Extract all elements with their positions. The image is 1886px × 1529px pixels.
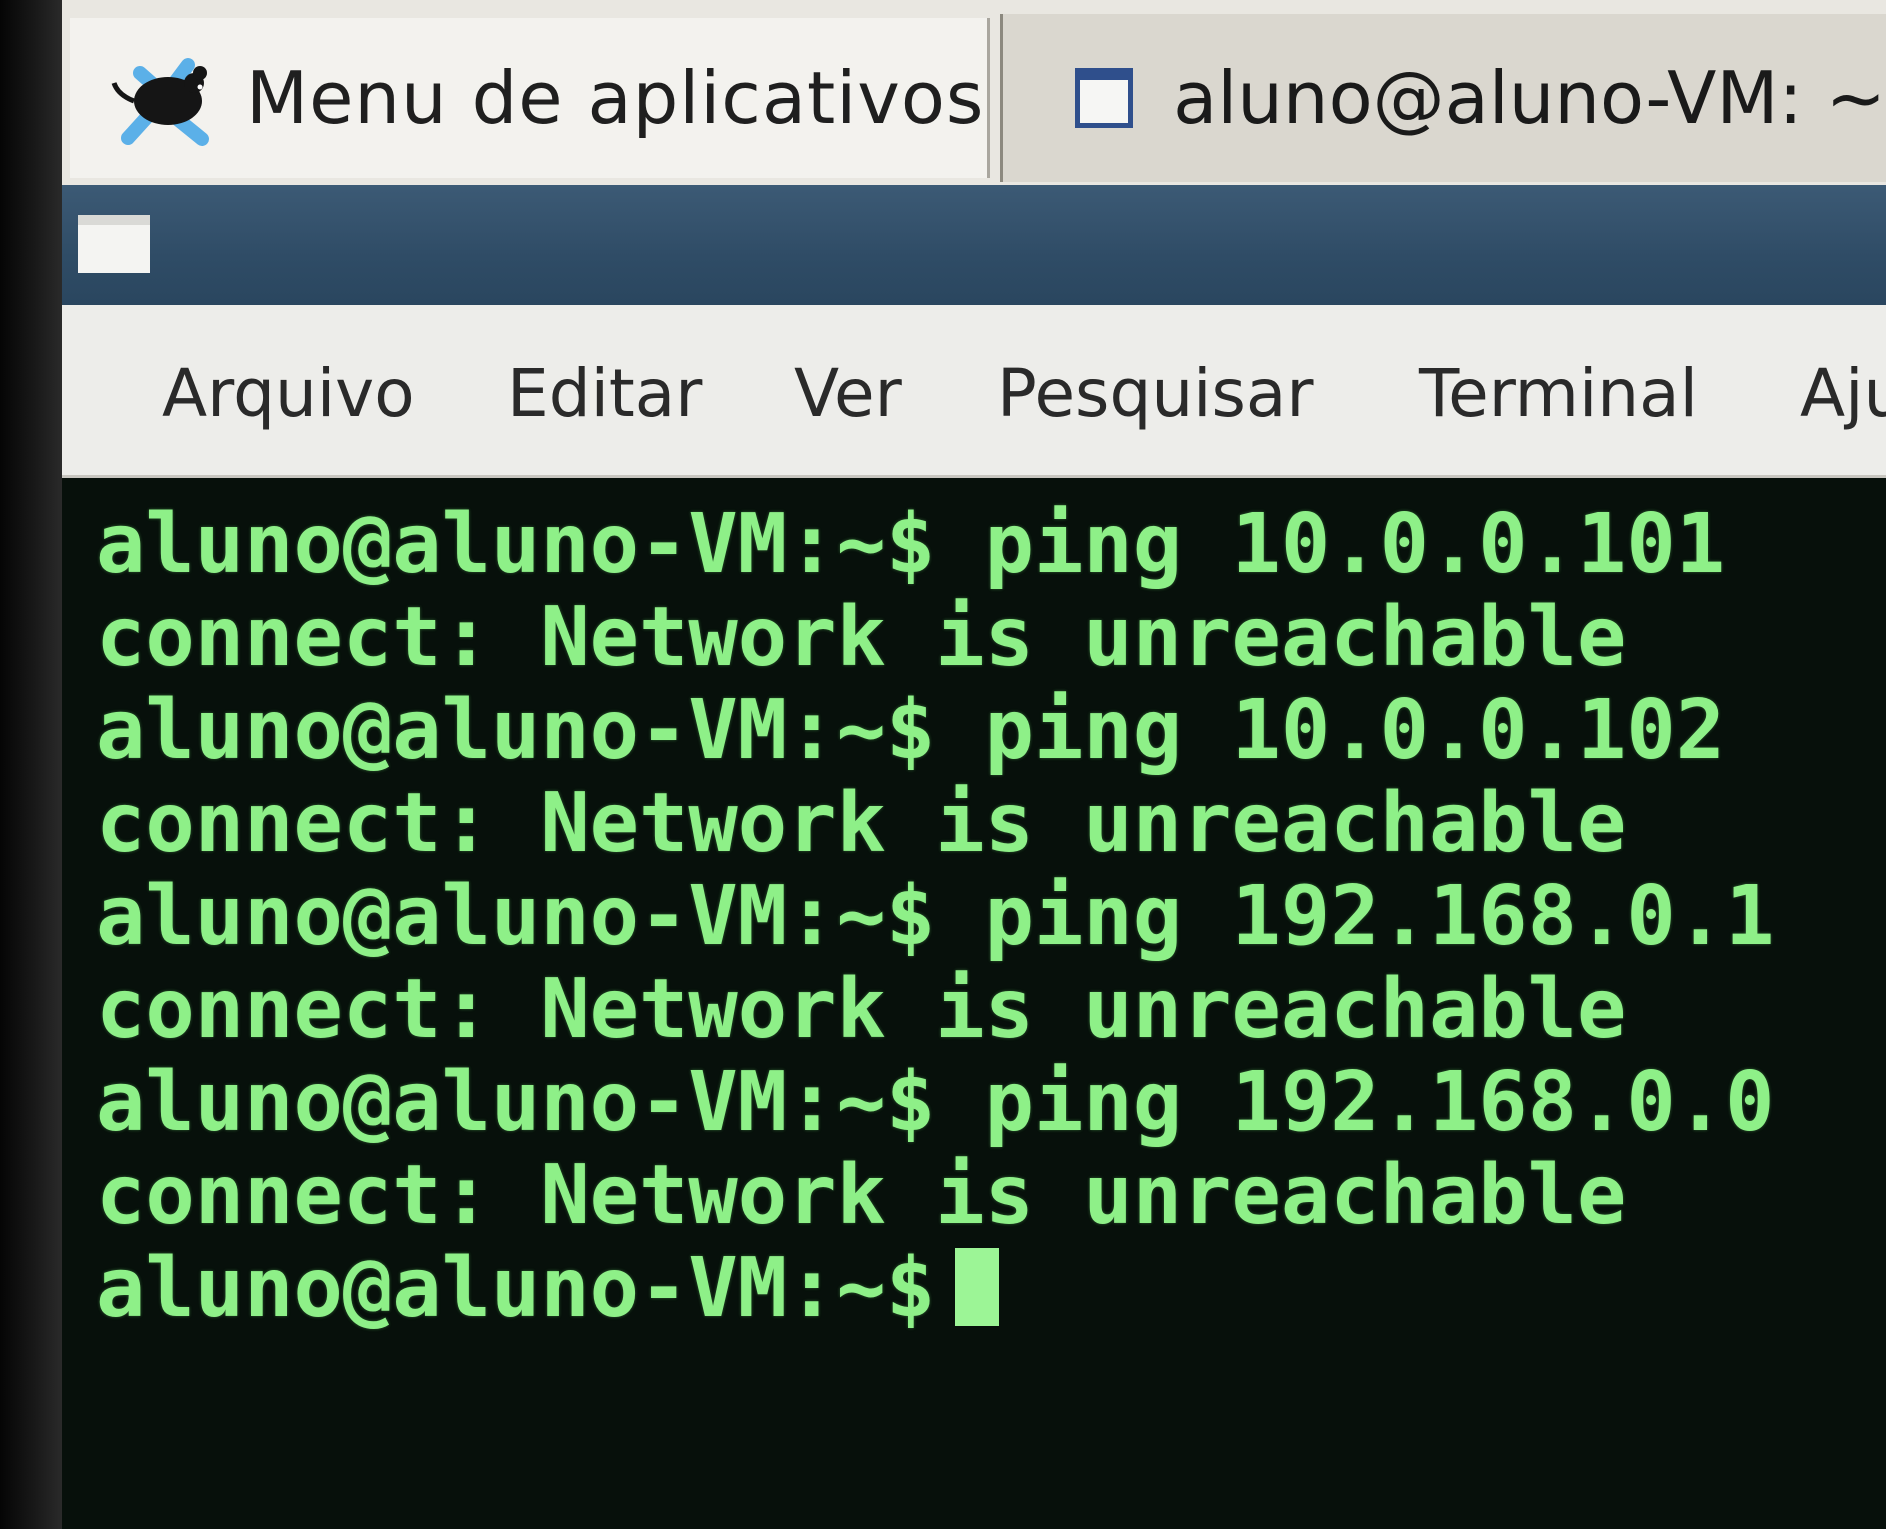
window-menu-icon[interactable] xyxy=(78,215,150,273)
terminal-line: connect: Network is unreachable xyxy=(96,776,1627,871)
terminal-output[interactable]: aluno@aluno-VM:~$ ping 10.0.0.101 connec… xyxy=(62,478,1886,1529)
terminal-line: aluno@aluno-VM:~$ ping 192.168.0.1 xyxy=(96,869,1775,964)
menu-terminal[interactable]: Terminal xyxy=(1419,355,1698,432)
terminal-line: connect: Network is unreachable xyxy=(96,590,1627,685)
terminal-prompt-line[interactable]: aluno@aluno-VM:~$ xyxy=(96,1242,1775,1335)
menu-ajuda[interactable]: Aju xyxy=(1800,355,1886,432)
menu-ver[interactable]: Ver xyxy=(794,355,902,432)
window-icon xyxy=(1075,68,1134,128)
applications-menu-label: Menu de aplicativos xyxy=(246,56,985,140)
menu-editar[interactable]: Editar xyxy=(507,355,702,432)
terminal-line: aluno@aluno-VM:~$ ping 192.168.0.0 xyxy=(96,1055,1775,1150)
terminal-prompt: aluno@aluno-VM:~$ xyxy=(96,1241,936,1336)
terminal-lines: aluno@aluno-VM:~$ ping 10.0.0.101 connec… xyxy=(96,498,1775,1335)
window-title-bar[interactable] xyxy=(62,185,1886,305)
terminal-line: aluno@aluno-VM:~$ ping 10.0.0.101 xyxy=(96,497,1726,592)
top-panel: Menu de aplicativos aluno@aluno-VM: ~ xyxy=(62,0,1886,187)
applications-menu-button[interactable]: Menu de aplicativos xyxy=(70,18,990,178)
terminal-line: connect: Network is unreachable xyxy=(96,1148,1627,1243)
menu-pesquisar[interactable]: Pesquisar xyxy=(997,355,1313,432)
terminal-cursor xyxy=(955,1248,1000,1326)
mouse-icon xyxy=(111,58,209,146)
screen: Menu de aplicativos aluno@aluno-VM: ~ Ar… xyxy=(0,0,1886,1529)
menu-bar: Arquivo Editar Ver Pesquisar Terminal Aj… xyxy=(62,305,1886,478)
monitor-bezel xyxy=(0,0,62,1529)
terminal-line: aluno@aluno-VM:~$ ping 10.0.0.102 xyxy=(96,683,1726,778)
taskbar-window-title: aluno@aluno-VM: ~ xyxy=(1173,56,1886,140)
menu-arquivo[interactable]: Arquivo xyxy=(162,355,415,432)
terminal-line: connect: Network is unreachable xyxy=(96,962,1627,1057)
taskbar-terminal-window[interactable]: aluno@aluno-VM: ~ xyxy=(1000,14,1886,182)
